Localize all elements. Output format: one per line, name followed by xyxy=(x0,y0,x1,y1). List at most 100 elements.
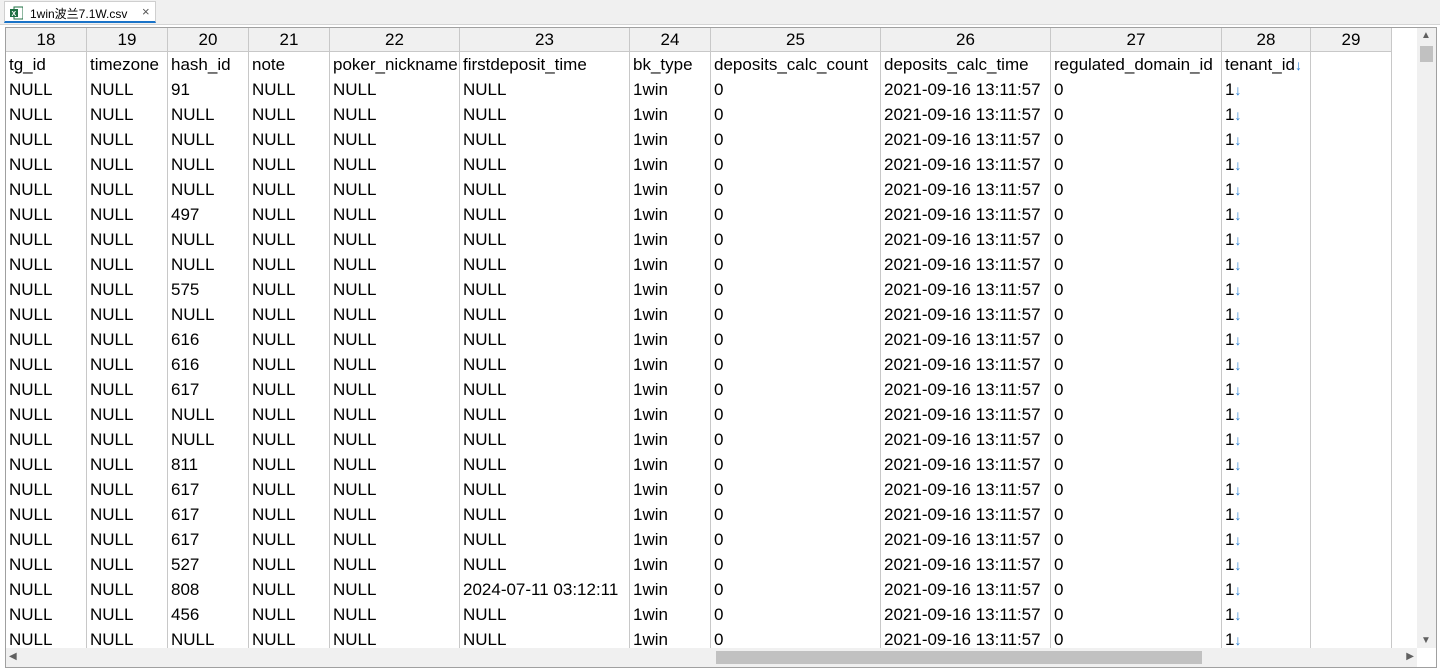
table-cell[interactable]: NULL xyxy=(168,402,249,427)
scroll-left-icon[interactable]: ◀ xyxy=(9,651,17,662)
table-cell[interactable]: 1win xyxy=(630,502,711,527)
table-cell[interactable]: hash_id xyxy=(168,52,249,77)
table-cell[interactable]: NULL xyxy=(460,627,630,648)
table-cell[interactable]: 0 xyxy=(1051,252,1222,277)
table-cell[interactable]: NULL xyxy=(330,552,460,577)
table-cell[interactable]: 1↓ xyxy=(1222,627,1311,648)
table-cell[interactable] xyxy=(1311,102,1392,127)
table-cell[interactable]: 1win xyxy=(630,102,711,127)
table-cell[interactable]: 0 xyxy=(1051,202,1222,227)
table-cell[interactable]: NULL xyxy=(249,402,330,427)
table-cell[interactable]: NULL xyxy=(6,327,87,352)
table-cell[interactable]: NULL xyxy=(87,527,168,552)
table-cell[interactable]: NULL xyxy=(460,252,630,277)
table-cell[interactable]: NULL xyxy=(6,352,87,377)
table-cell[interactable]: NULL xyxy=(249,577,330,602)
table-cell[interactable]: NULL xyxy=(330,327,460,352)
table-cell[interactable]: NULL xyxy=(249,327,330,352)
table-cell[interactable]: NULL xyxy=(168,627,249,648)
table-cell[interactable]: 1win xyxy=(630,477,711,502)
table-cell[interactable]: 1↓ xyxy=(1222,377,1311,402)
table-cell[interactable]: 2021-09-16 13:11:57 xyxy=(881,277,1051,302)
table-cell[interactable]: NULL xyxy=(87,327,168,352)
table-cell[interactable]: NULL xyxy=(249,302,330,327)
table-cell[interactable]: 0 xyxy=(711,552,881,577)
table-cell[interactable] xyxy=(1311,427,1392,452)
table-cell[interactable]: NULL xyxy=(249,377,330,402)
table-cell[interactable] xyxy=(1311,502,1392,527)
table-cell[interactable]: 616 xyxy=(168,352,249,377)
table-cell[interactable]: 0 xyxy=(711,577,881,602)
table-cell[interactable]: NULL xyxy=(249,102,330,127)
table-cell[interactable]: 617 xyxy=(168,377,249,402)
table-cell[interactable]: NULL xyxy=(330,152,460,177)
table-cell[interactable] xyxy=(1311,177,1392,202)
table-cell[interactable]: 0 xyxy=(1051,602,1222,627)
table-cell[interactable] xyxy=(1311,627,1392,648)
table-cell[interactable]: NULL xyxy=(460,502,630,527)
table-cell[interactable] xyxy=(1311,352,1392,377)
table-cell[interactable]: 616 xyxy=(168,327,249,352)
table-cell[interactable]: 1↓ xyxy=(1222,152,1311,177)
table-cell[interactable]: NULL xyxy=(330,502,460,527)
table-cell[interactable]: 1win xyxy=(630,352,711,377)
table-cell[interactable]: NULL xyxy=(330,427,460,452)
table-cell[interactable]: 0 xyxy=(711,377,881,402)
table-cell[interactable]: NULL xyxy=(249,202,330,227)
scroll-up-icon[interactable]: ▲ xyxy=(1421,30,1431,41)
table-cell[interactable] xyxy=(1311,277,1392,302)
table-cell[interactable]: 2021-09-16 13:11:57 xyxy=(881,202,1051,227)
table-cell[interactable]: 2021-09-16 13:11:57 xyxy=(881,127,1051,152)
table-cell[interactable] xyxy=(1311,477,1392,502)
table-cell[interactable]: NULL xyxy=(6,77,87,102)
table-cell[interactable]: 0 xyxy=(1051,352,1222,377)
table-cell[interactable]: 1win xyxy=(630,202,711,227)
table-cell[interactable]: poker_nickname xyxy=(330,52,460,77)
table-cell[interactable]: 0 xyxy=(1051,377,1222,402)
table-cell[interactable]: NULL xyxy=(6,452,87,477)
table-cell[interactable]: 575 xyxy=(168,277,249,302)
table-cell[interactable]: NULL xyxy=(87,177,168,202)
table-cell[interactable]: NULL xyxy=(460,402,630,427)
table-cell[interactable]: 1↓ xyxy=(1222,577,1311,602)
table-cell[interactable]: 1↓ xyxy=(1222,227,1311,252)
table-cell[interactable]: 617 xyxy=(168,527,249,552)
table-cell[interactable]: 1↓ xyxy=(1222,327,1311,352)
table-cell[interactable]: 1↓ xyxy=(1222,177,1311,202)
table-cell[interactable]: 0 xyxy=(711,527,881,552)
table-cell[interactable]: NULL xyxy=(330,102,460,127)
table-cell[interactable]: NULL xyxy=(6,377,87,402)
table-cell[interactable]: bk_type xyxy=(630,52,711,77)
table-cell[interactable]: 0 xyxy=(1051,502,1222,527)
table-cell[interactable]: NULL xyxy=(460,77,630,102)
scroll-down-icon[interactable]: ▼ xyxy=(1421,635,1431,646)
table-cell[interactable] xyxy=(1311,577,1392,602)
table-cell[interactable]: NULL xyxy=(460,327,630,352)
table-cell[interactable]: NULL xyxy=(6,552,87,577)
table-cell[interactable]: 0 xyxy=(1051,427,1222,452)
table-cell[interactable]: 1↓ xyxy=(1222,427,1311,452)
table-cell[interactable] xyxy=(1311,377,1392,402)
table-cell[interactable]: NULL xyxy=(87,502,168,527)
table-cell[interactable]: NULL xyxy=(87,227,168,252)
table-cell[interactable]: 0 xyxy=(711,227,881,252)
table-cell[interactable]: 2021-09-16 13:11:57 xyxy=(881,502,1051,527)
table-cell[interactable]: 1win xyxy=(630,527,711,552)
table-cell[interactable]: NULL xyxy=(249,452,330,477)
scroll-right-icon[interactable]: ▶ xyxy=(1406,651,1414,662)
table-cell[interactable]: 1win xyxy=(630,227,711,252)
table-cell[interactable]: 1win xyxy=(630,452,711,477)
table-cell[interactable]: NULL xyxy=(87,127,168,152)
table-cell[interactable]: NULL xyxy=(87,552,168,577)
table-cell[interactable]: NULL xyxy=(87,577,168,602)
table-cell[interactable] xyxy=(1311,52,1392,77)
table-cell[interactable] xyxy=(1311,602,1392,627)
table-cell[interactable]: 1↓ xyxy=(1222,602,1311,627)
table-cell[interactable]: 0 xyxy=(711,427,881,452)
column-number-19[interactable]: 19 xyxy=(87,28,168,51)
table-cell[interactable] xyxy=(1311,402,1392,427)
table-cell[interactable]: NULL xyxy=(6,252,87,277)
table-cell[interactable]: 1↓ xyxy=(1222,77,1311,102)
table-cell[interactable]: NULL xyxy=(6,527,87,552)
table-cell[interactable]: 0 xyxy=(711,402,881,427)
